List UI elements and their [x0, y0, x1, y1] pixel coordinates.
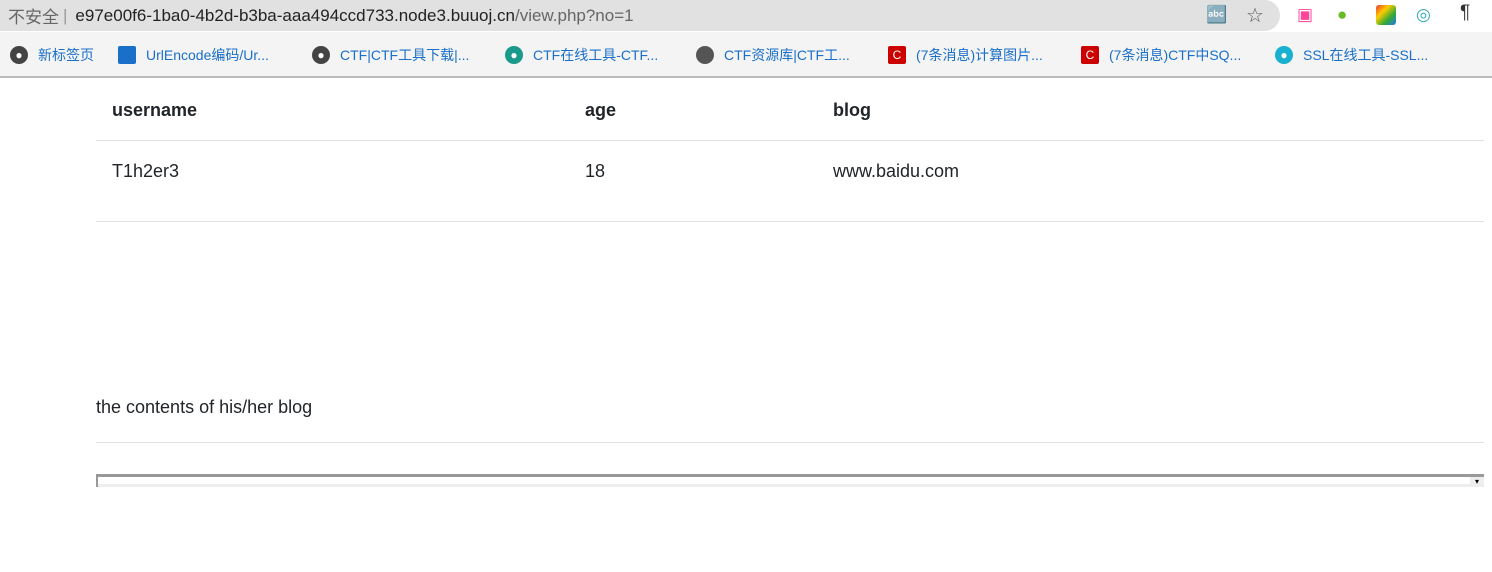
globe-icon: ● [10, 46, 28, 64]
spy-icon [696, 46, 714, 64]
url-path: /view.php?no=1 [514, 5, 634, 25]
separator: | [63, 5, 68, 25]
paragraph-extension-icon[interactable]: ¶ [1460, 2, 1470, 24]
globe-icon: ● [312, 46, 330, 64]
bookmark-item[interactable]: C (7条消息)CTF中SQ... [1081, 45, 1241, 65]
column-header-age: age [569, 80, 817, 141]
table-header-row: username age blog [96, 80, 1484, 141]
bookmark-item[interactable]: UrlEncode编码/Ur... [118, 45, 269, 65]
horizontal-scrollbar[interactable] [98, 484, 1484, 487]
cell-age: 18 [569, 140, 817, 222]
wechat-extension-icon[interactable]: ● [1337, 5, 1347, 25]
security-indicator[interactable]: 不安全 [8, 3, 59, 28]
column-header-username: username [96, 80, 569, 141]
urlencode-icon [118, 46, 136, 64]
cell-username: T1h2er3 [96, 140, 569, 222]
column-header-blog: blog [817, 80, 1484, 141]
bilibili-extension-icon[interactable]: ▣ [1297, 5, 1313, 25]
bookmark-label: (7条消息)计算图片... [916, 47, 1043, 63]
bookmark-item[interactable]: C (7条消息)计算图片... [888, 45, 1043, 65]
csdn-icon: C [888, 46, 906, 64]
bookmark-label: CTF|CTF工具下载|... [340, 47, 470, 63]
user-table-container: username age blog T1h2er3 18 www.baidu.c… [96, 80, 1484, 222]
bookmark-item[interactable]: ● SSL在线工具-SSL... [1275, 45, 1428, 65]
bookmark-label: SSL在线工具-SSL... [1303, 47, 1429, 63]
url-host: e97e00f6-1ba0-4b2d-b3ba-aaa494ccd733.nod… [75, 5, 515, 25]
eye-icon: ● [505, 46, 523, 64]
translate-icon[interactable]: 🔤 [1206, 5, 1227, 25]
bookmark-item[interactable]: ● CTF|CTF工具下载|... [312, 45, 469, 65]
bookmark-label: CTF资源库|CTF工... [724, 47, 850, 63]
star-icon[interactable]: ☆ [1246, 3, 1264, 28]
search-help-extension-icon[interactable]: ◎ [1416, 5, 1431, 25]
table-row: T1h2er3 18 www.baidu.com [96, 140, 1484, 222]
eye-icon: ● [1275, 46, 1293, 64]
divider [96, 442, 1484, 443]
bookmark-item[interactable]: ● CTF在线工具-CTF... [505, 45, 658, 65]
omnibox[interactable]: 不安全 | e97e00f6-1ba0-4b2d-b3ba-aaa494ccd73… [0, 0, 1280, 31]
address-bar-area: 不安全 | e97e00f6-1ba0-4b2d-b3ba-aaa494ccd73… [0, 0, 1492, 32]
bookmarks-bar: ● 新标签页 UrlEncode编码/Ur... ● CTF|CTF工具下载|...… [0, 32, 1492, 78]
bookmark-label: CTF在线工具-CTF... [533, 47, 659, 63]
extension-icon[interactable] [1376, 5, 1396, 25]
cell-blog: www.baidu.com [817, 140, 1484, 222]
csdn-icon: C [1081, 46, 1099, 64]
blog-caption: the contents of his/her blog [96, 397, 313, 417]
bookmark-label: 新标签页 [38, 47, 94, 63]
blog-iframe[interactable]: ▾ [96, 474, 1484, 487]
bookmark-label: UrlEncode编码/Ur... [146, 47, 269, 63]
bookmark-label: (7条消息)CTF中SQ... [1109, 47, 1242, 63]
bookmark-item[interactable]: CTF资源库|CTF工... [696, 45, 850, 65]
bookmark-item[interactable]: ● 新标签页 [10, 45, 94, 65]
user-table: username age blog T1h2er3 18 www.baidu.c… [96, 80, 1484, 222]
